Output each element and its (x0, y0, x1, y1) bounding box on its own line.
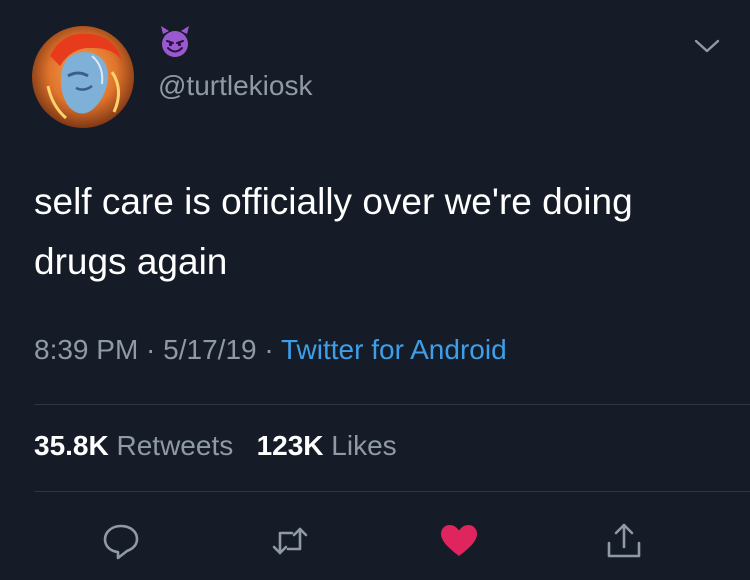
tweet-stats: 35.8K Retweets 123K Likes (34, 430, 397, 462)
tweet-time: 8:39 PM (34, 334, 139, 365)
divider (34, 491, 750, 492)
heart-icon[interactable] (439, 521, 479, 561)
meta-separator: · (138, 334, 164, 365)
retweet-icon[interactable] (270, 521, 310, 561)
share-icon[interactable] (604, 521, 644, 561)
tweet-date: 5/17/19 (163, 334, 257, 365)
retweets-count: 35.8K (34, 430, 109, 461)
tweet-source-link[interactable]: Twitter for Android (281, 334, 507, 365)
user-handle[interactable]: @turtlekiosk (158, 70, 312, 102)
avatar[interactable] (32, 26, 134, 128)
smiling-devil-emoji-icon (158, 25, 192, 59)
tweet-text: self care is officially over we're doing… (34, 181, 633, 282)
likes-label: Likes (331, 430, 397, 461)
tweet-meta: 8:39 PM · 5/17/19 · Twitter for Android (34, 334, 507, 366)
meta-separator: · (256, 334, 281, 365)
retweets-stat[interactable]: 35.8K Retweets (34, 430, 233, 461)
retweets-label: Retweets (116, 430, 234, 461)
likes-count: 123K (256, 430, 324, 461)
divider (34, 404, 750, 405)
reply-icon[interactable] (101, 521, 141, 561)
chevron-down-icon[interactable] (692, 36, 722, 56)
likes-stat[interactable]: 123K Likes (257, 430, 397, 461)
